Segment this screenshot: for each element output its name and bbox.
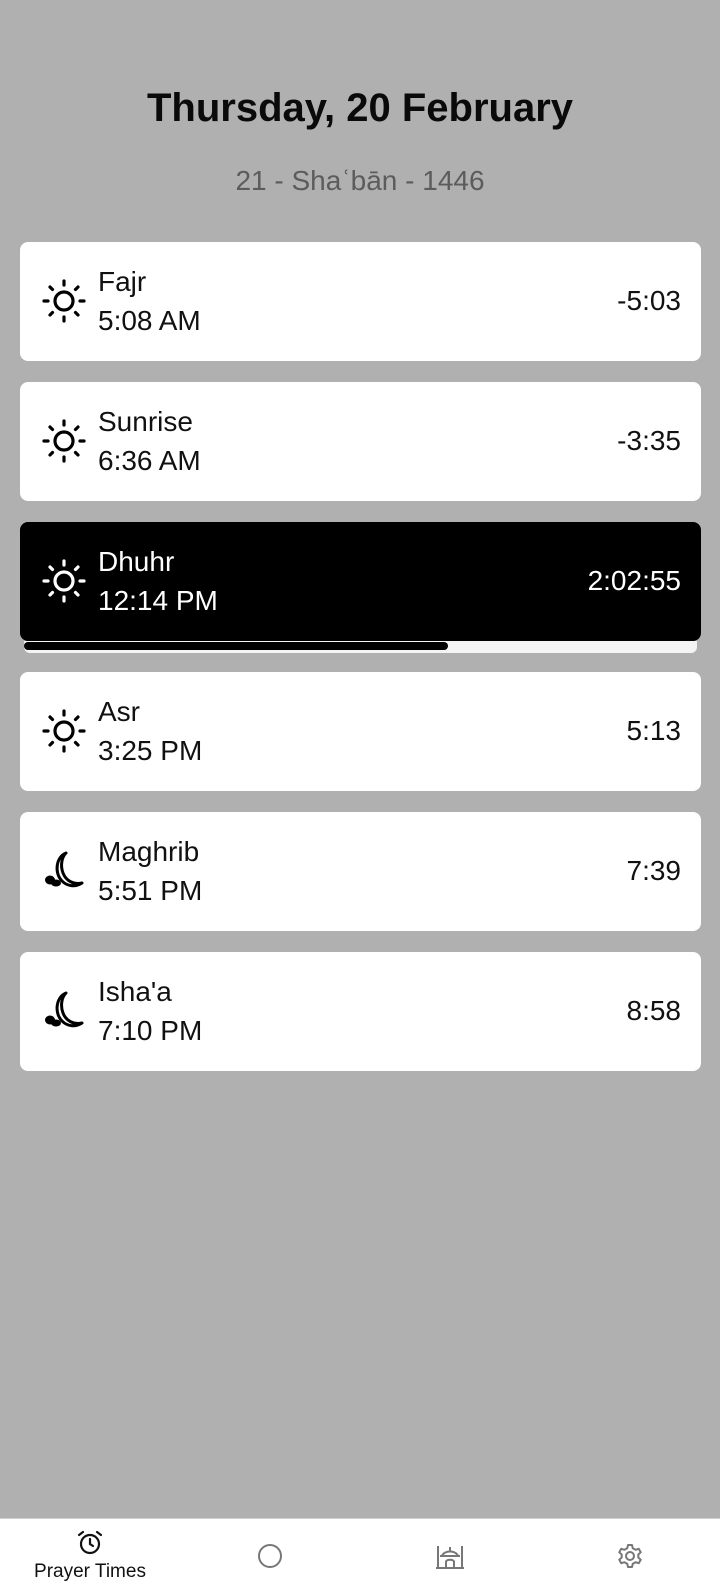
prayer-card-maghrib[interactable]: Maghrib 5:51 PM 7:39 — [20, 812, 701, 931]
prayer-progress-bar — [24, 642, 448, 650]
prayer-countdown: 5:13 — [626, 715, 682, 746]
prayer-time: 6:36 AM — [98, 445, 201, 476]
prayer-name: Asr — [98, 696, 140, 727]
prayer-list: Fajr 5:08 AM -5:03 Sunrise 6:36 AM -3:35 — [20, 242, 701, 1092]
nav-item-settings[interactable] — [540, 1519, 720, 1593]
prayer-name: Dhuhr — [98, 546, 175, 577]
prayer-time: 5:08 AM — [98, 305, 201, 336]
page-title: Thursday, 20 February — [146, 86, 574, 130]
moon-icon — [40, 987, 88, 1035]
sun-icon — [40, 557, 88, 605]
prayer-countdown: 2:02:55 — [587, 565, 681, 596]
nav-item-prayer-times[interactable]: Prayer Times — [0, 1519, 180, 1593]
bottom-nav: Prayer Times — [0, 1518, 720, 1593]
prayer-name: Fajr — [98, 266, 147, 297]
prayer-card-dhuhr[interactable]: Dhuhr 12:14 PM 2:02:55 — [20, 522, 701, 641]
mosque-icon — [434, 1542, 466, 1570]
prayer-time: 7:10 PM — [98, 1015, 203, 1046]
prayer-card-fajr[interactable]: Fajr 5:08 AM -5:03 — [20, 242, 701, 361]
moon-icon — [40, 847, 88, 895]
circle-icon — [256, 1542, 284, 1570]
prayer-countdown: -3:35 — [617, 425, 681, 456]
prayer-progress-track — [24, 641, 697, 653]
hijri-date: 21 - Shaʿbān - 1446 — [235, 165, 485, 196]
prayer-time: 5:51 PM — [98, 875, 203, 906]
prayer-name: Sunrise — [98, 406, 193, 437]
nav-label: Prayer Times — [34, 1561, 146, 1582]
sun-icon — [40, 417, 88, 465]
prayer-card-sunrise[interactable]: Sunrise 6:36 AM -3:35 — [20, 382, 701, 501]
prayer-name: Maghrib — [98, 836, 200, 867]
prayer-countdown: 8:58 — [626, 995, 682, 1026]
prayer-card-ishaa[interactable]: Isha'a 7:10 PM 8:58 — [20, 952, 701, 1071]
nav-item-mosque[interactable] — [360, 1519, 540, 1593]
prayer-time: 12:14 PM — [98, 585, 218, 616]
sun-icon — [40, 707, 88, 755]
prayer-time: 3:25 PM — [98, 735, 203, 766]
prayer-countdown: 7:39 — [626, 855, 682, 886]
sun-icon — [40, 277, 88, 325]
prayer-name: Isha'a — [98, 976, 172, 1007]
prayer-card-asr[interactable]: Asr 3:25 PM 5:13 — [20, 672, 701, 791]
nav-item-circle[interactable] — [180, 1519, 360, 1593]
gear-icon — [616, 1542, 644, 1570]
alarm-clock-icon — [76, 1529, 104, 1557]
prayer-countdown: -5:03 — [617, 285, 681, 316]
